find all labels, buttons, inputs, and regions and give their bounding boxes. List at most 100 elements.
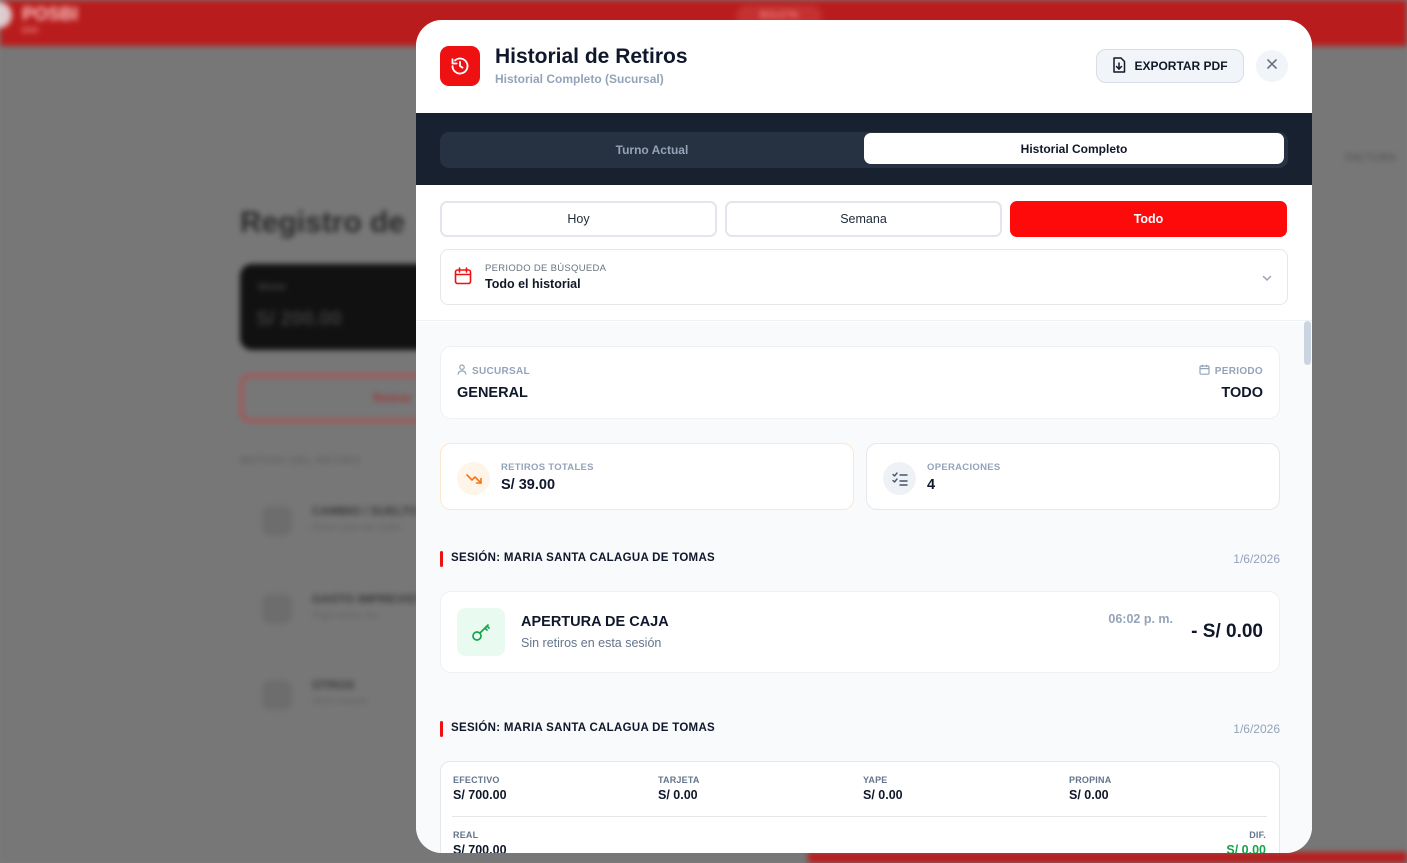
amount-card: Monto S/ 200.00 (240, 264, 430, 350)
doc-type-label[interactable]: FACTURA (1345, 152, 1396, 164)
session-header: SESIÓN: MARIA SANTA CALAGUA DE TOMAS 1/6… (440, 720, 1280, 738)
reason-icon (262, 594, 292, 624)
session-date: 1/6/2026 (1233, 722, 1280, 736)
history-icon (440, 46, 480, 86)
calendar-icon (454, 267, 472, 290)
entry-amount: - S/ 0.00 (1191, 621, 1263, 642)
real-total-value: S/ 700.00 (453, 843, 507, 853)
total-tip: PROPINA S/ 0.00 (1069, 775, 1111, 802)
reason-title: CAMBIO / SUELTO (312, 504, 419, 518)
reason-title: GASTO IMPREVISTO (312, 592, 432, 606)
page-title: Registro de Retiro (240, 206, 410, 239)
reason-subtitle: Pago menor, etc. (312, 610, 381, 620)
total-yape-label: YAPE (863, 775, 888, 785)
reason-subtitle: Dinero para dar vuelto (312, 522, 402, 532)
reason-icon (262, 680, 292, 710)
total-cash-value: S/ 700.00 (453, 788, 507, 802)
entry-subtitle: Sin retiros en esta sesión (521, 636, 662, 650)
total-withdrawals-value: S/ 39.00 (501, 477, 556, 493)
total-withdrawals-label: RETIROS TOTALES (501, 462, 594, 473)
total-yape-value: S/ 0.00 (863, 788, 903, 802)
operations-value: 4 (927, 477, 936, 493)
export-pdf-label: EXPORTAR PDF (1134, 59, 1228, 73)
key-icon (457, 608, 505, 656)
difference-total: DIF. S/ 0.00 (1226, 830, 1266, 853)
close-button[interactable] (1256, 50, 1288, 82)
list-check-icon (883, 462, 916, 495)
close-icon (1266, 57, 1278, 75)
content-scrollbar[interactable] (1304, 321, 1311, 365)
branch-value: GENERAL (457, 385, 528, 401)
period-select-value: Todo el historial (485, 277, 581, 291)
session-accent-bar (440, 551, 443, 567)
tab-group: Turno Actual Historial Completo (440, 132, 1288, 168)
history-content[interactable]: SUCURSAL GENERAL PERIODO TODO RETIROS TO… (416, 322, 1312, 853)
total-tip-value: S/ 0.00 (1069, 788, 1109, 802)
total-cash: EFECTIVO S/ 700.00 (453, 775, 507, 802)
total-cash-label: EFECTIVO (453, 775, 500, 785)
chevron-down-icon (1261, 271, 1273, 289)
amount-card-label: Monto (258, 282, 286, 293)
real-total-label: REAL (453, 830, 479, 840)
totals-divider (452, 816, 1267, 817)
calendar-small-icon (1199, 364, 1210, 378)
trending-down-icon (457, 462, 490, 495)
session-accent-bar (440, 721, 443, 737)
brand-name: POSBI (22, 4, 79, 24)
period-select[interactable]: PERIODO DE BÚSQUEDA Todo el historial (440, 249, 1288, 305)
filter-week-button[interactable]: Semana (725, 201, 1002, 237)
brand-subtitle: BAR (22, 26, 39, 35)
reason-option[interactable]: OTROS Otros motivos (262, 676, 432, 716)
tab-current-shift[interactable]: Turno Actual (440, 132, 864, 168)
period-value: TODO (1221, 385, 1263, 401)
session-totals-card: EFECTIVO S/ 700.00 TARJETA S/ 0.00 YAPE … (440, 761, 1280, 853)
session-name: SESIÓN: MARIA SANTA CALAGUA DE TOMAS (451, 552, 716, 564)
operations-label: OPERACIONES (927, 462, 1001, 473)
filter-all-button[interactable]: Todo (1010, 201, 1287, 237)
total-withdrawals-card: RETIROS TOTALES S/ 39.00 (440, 443, 854, 510)
branch-label-row: SUCURSAL (457, 364, 530, 378)
filters-section: Hoy Semana Todo PERIODO DE BÚSQUEDA Todo… (416, 185, 1312, 321)
reason-option[interactable]: GASTO IMPREVISTO Pago menor, etc. (262, 590, 432, 630)
withdrawal-history-modal: Historial de Retiros Historial Completo … (416, 20, 1312, 853)
file-download-icon (1112, 56, 1126, 76)
modal-subtitle: Historial Completo (Sucursal) (495, 72, 664, 86)
branch-label: SUCURSAL (472, 365, 530, 377)
cash-opening-entry[interactable]: APERTURA DE CAJA Sin retiros en esta ses… (440, 591, 1280, 673)
reason-option[interactable]: CAMBIO / SUELTO Dinero para dar vuelto (262, 502, 432, 542)
branch-info-card: SUCURSAL GENERAL PERIODO TODO (440, 346, 1280, 419)
total-yape: YAPE S/ 0.00 (863, 775, 903, 802)
export-pdf-button[interactable]: EXPORTAR PDF (1096, 49, 1244, 83)
app-logo (0, 2, 12, 28)
entry-title: APERTURA DE CAJA (521, 614, 669, 630)
total-card-label: TARJETA (658, 775, 700, 785)
user-icon (457, 364, 467, 378)
total-card-value: S/ 0.00 (658, 788, 698, 802)
tab-full-history[interactable]: Historial Completo (864, 133, 1284, 164)
operations-card: OPERACIONES 4 (866, 443, 1280, 510)
filter-today-button[interactable]: Hoy (440, 201, 717, 237)
session-name: SESIÓN: MARIA SANTA CALAGUA DE TOMAS (451, 722, 716, 734)
withdraw-button-label: Retirar (373, 391, 412, 405)
modal-header: Historial de Retiros Historial Completo … (416, 20, 1312, 113)
amount-card-value: S/ 200.00 (256, 308, 342, 330)
reason-subtitle: Otros motivos (312, 696, 368, 706)
total-card: TARJETA S/ 0.00 (658, 775, 700, 802)
session-date: 1/6/2026 (1233, 552, 1280, 566)
period-label-row: PERIODO (1199, 364, 1263, 378)
difference-value: S/ 0.00 (1226, 843, 1266, 853)
bottom-bar (808, 852, 1407, 863)
modal-tabs-bar: Turno Actual Historial Completo (416, 113, 1312, 185)
reason-section-label: MOTIVO DEL RETIRO (240, 455, 361, 467)
entry-time: 06:02 p. m. (1108, 612, 1173, 626)
real-total: REAL S/ 700.00 (453, 830, 507, 853)
withdraw-button[interactable]: Retirar (240, 374, 430, 422)
session-header: SESIÓN: MARIA SANTA CALAGUA DE TOMAS 1/6… (440, 550, 1280, 568)
total-tip-label: PROPINA (1069, 775, 1112, 785)
modal-title: Historial de Retiros (495, 45, 688, 68)
reason-icon (262, 506, 292, 536)
difference-label: DIF. (1249, 830, 1266, 840)
period-label: PERIODO (1214, 365, 1263, 377)
period-select-label: PERIODO DE BÚSQUEDA (485, 263, 607, 274)
reason-title: OTROS (312, 678, 355, 692)
